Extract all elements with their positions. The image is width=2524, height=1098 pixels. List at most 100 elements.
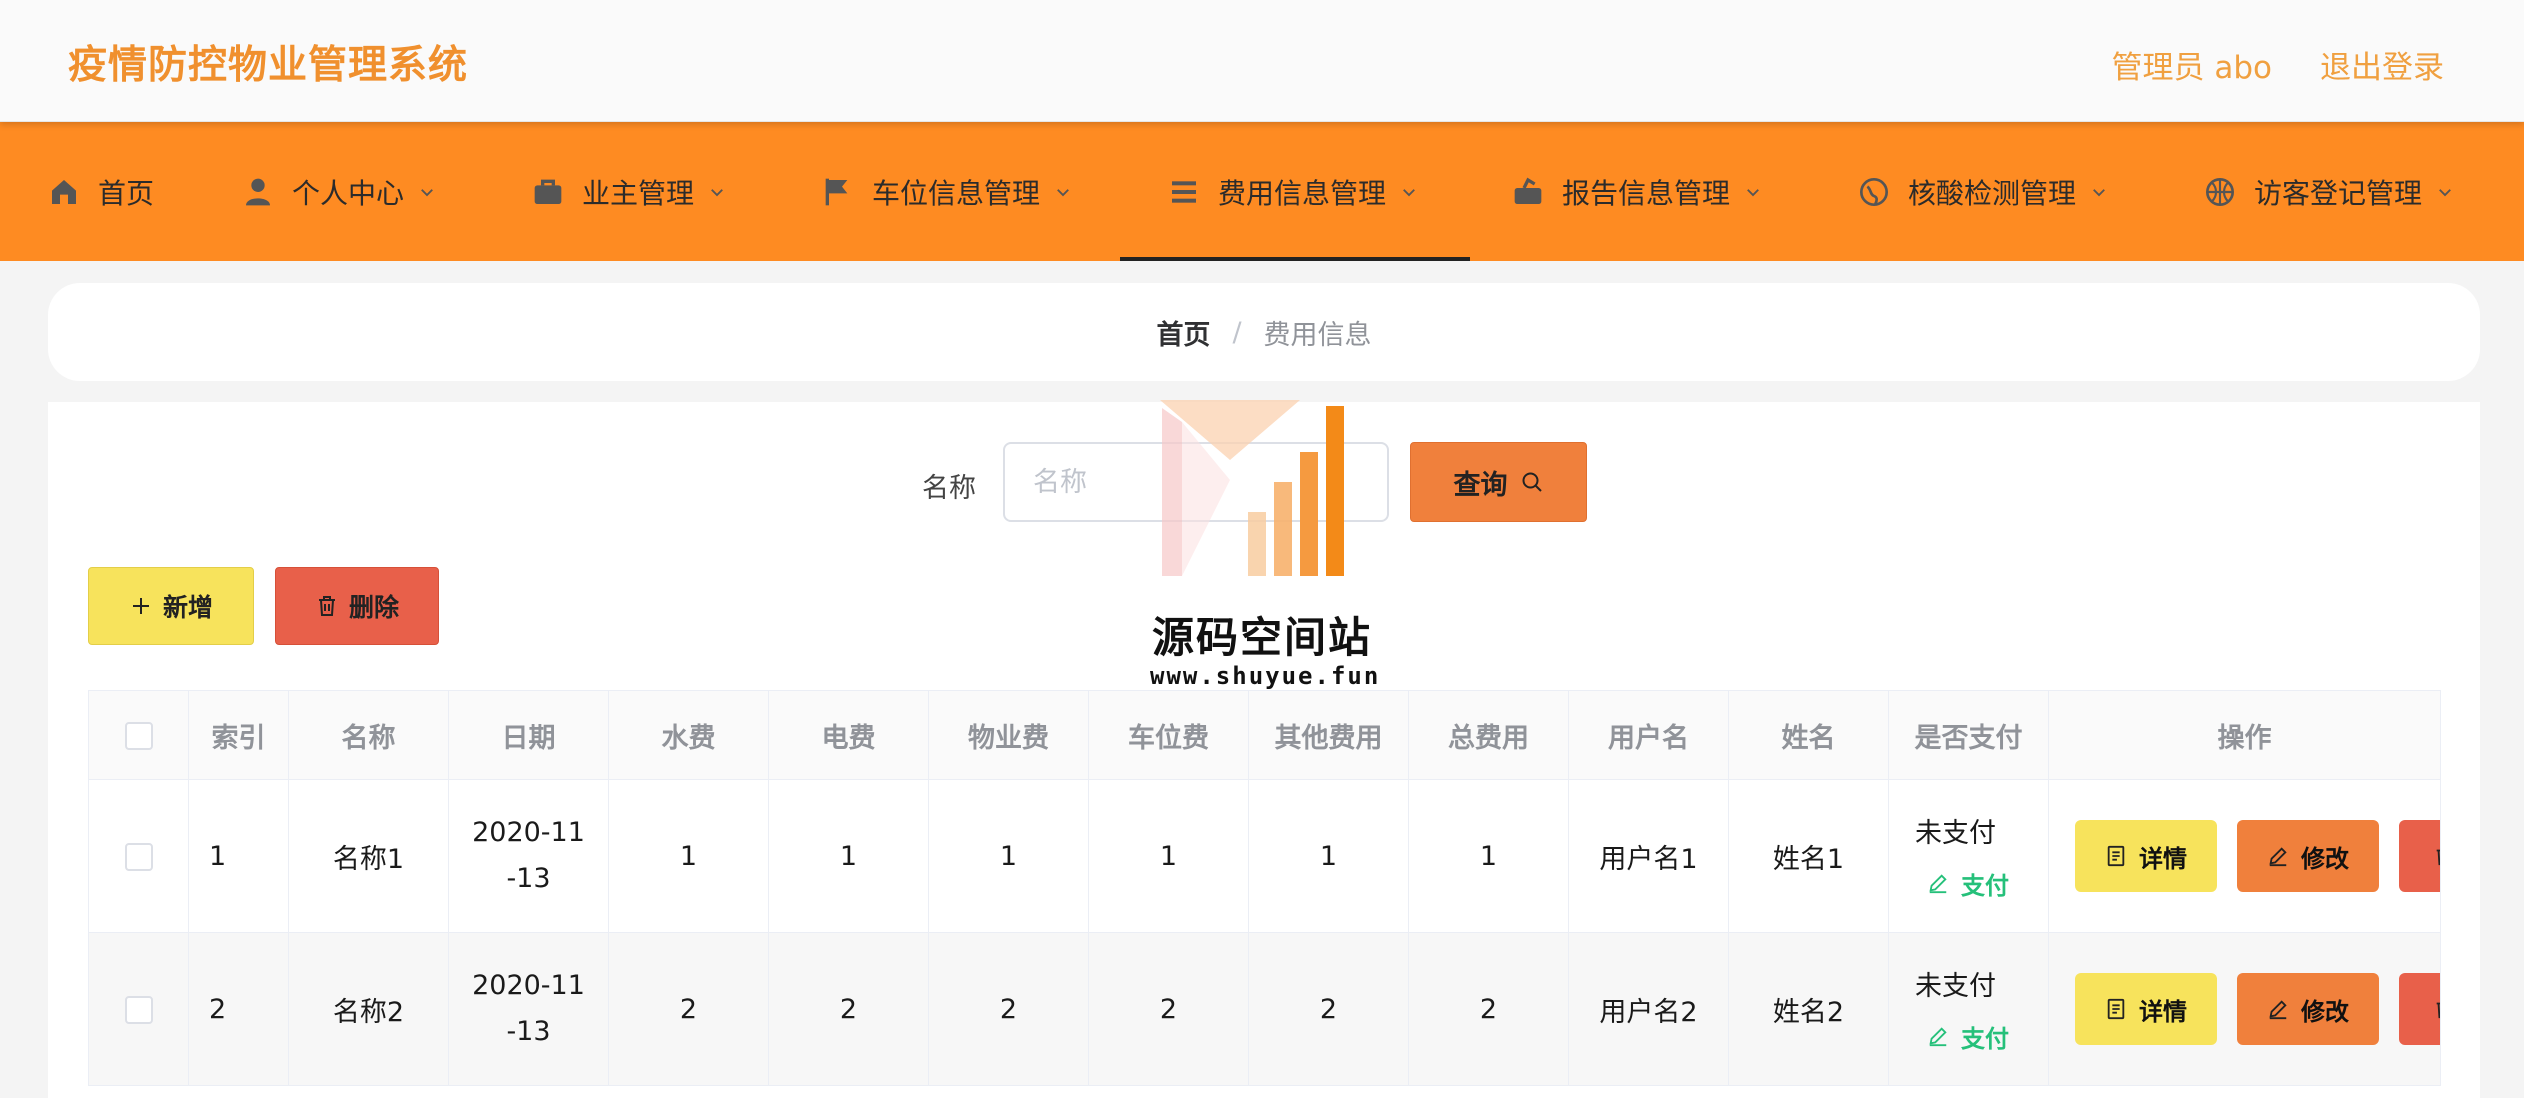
cell-actions: 详情 修改 — [2048, 932, 2441, 1086]
nav-item-label: 费用信息管理 — [1218, 176, 1387, 210]
cell-total-fee: 2 — [1408, 932, 1569, 1086]
chevron-down-icon — [711, 188, 723, 196]
cell-date: 2020-11 -13 — [448, 779, 609, 933]
row-delete-button[interactable] — [2399, 973, 2440, 1045]
column-header: 日期 — [448, 690, 609, 780]
nav-item-label: 核酸检测管理 — [1908, 176, 2077, 210]
nav-item-label: 访客登记管理 — [2254, 176, 2423, 210]
watermark-url: www.shuyue.fun — [1150, 662, 1381, 690]
breadcrumb-separator: / — [1232, 316, 1242, 348]
search-icon — [1522, 472, 1542, 492]
breadcrumb-current: 费用信息 — [1263, 319, 1372, 351]
pencil-icon — [1929, 1027, 1947, 1047]
column-header: 姓名 — [1728, 690, 1889, 780]
nav-item-label: 车位信息管理 — [872, 176, 1041, 210]
cell-electric-fee: 1 — [768, 779, 929, 933]
column-header: 其他费用 — [1248, 690, 1409, 780]
cell-property-fee: 2 — [928, 932, 1089, 1086]
pencil-icon — [2269, 1000, 2287, 1020]
bag-icon — [1514, 177, 1542, 204]
edit-button-label: 修改 — [2301, 844, 2349, 873]
detail-button-label: 详情 — [2139, 844, 2187, 873]
row-delete-button[interactable] — [2399, 820, 2440, 892]
top-header: 疫情防控物业管理系统 管理员 abo 退出登录 — [0, 0, 2524, 122]
cell-username: 用户名2 — [1568, 932, 1729, 1086]
pay-link[interactable]: 支付 — [1927, 1019, 2009, 1054]
add-button-label: 新增 — [162, 593, 213, 622]
nav-item-parking[interactable]: 车位信息管理 — [822, 122, 1072, 261]
search-input[interactable] — [1003, 442, 1389, 522]
edit-button[interactable]: 修改 — [2237, 973, 2379, 1045]
list-icon — [1172, 180, 1196, 203]
detail-button-label: 详情 — [2139, 997, 2187, 1026]
column-header: 索引 — [188, 690, 289, 780]
row-actions: 详情 修改 — [2049, 933, 2440, 1085]
plus-icon — [132, 598, 149, 614]
nav-item-label: 报告信息管理 — [1562, 176, 1731, 210]
cell-water-fee: 1 — [608, 779, 769, 933]
column-header: 物业费 — [928, 690, 1089, 780]
nav-item-nucleic-test[interactable]: 核酸检测管理 — [1858, 122, 2108, 261]
cell-paid-status: 未支付 支付 — [1888, 779, 2049, 933]
app-title: 疫情防控物业管理系统 — [68, 43, 469, 88]
cell-electric-fee: 2 — [768, 932, 929, 1086]
detail-button[interactable]: 详情 — [2075, 973, 2217, 1045]
detail-button[interactable]: 详情 — [2075, 820, 2217, 892]
nav-item-fees[interactable]: 费用信息管理 — [1119, 122, 1471, 261]
date-line: 2020-11 — [472, 970, 585, 1001]
nav-item-visitors[interactable]: 访客登记管理 — [2204, 122, 2454, 261]
breadcrumb-home[interactable]: 首页 — [1156, 313, 1210, 352]
cell-other-fee: 1 — [1248, 779, 1409, 933]
globe-icon — [1860, 177, 1888, 206]
nav-item-reports[interactable]: 报告信息管理 — [1512, 122, 1762, 261]
table-header-row: 索引 名称 日期 水费 电费 物业费 车位费 其他费用 总费用 用户名 姓名 是… — [88, 690, 2441, 780]
nav-item-owners[interactable]: 业主管理 — [532, 122, 726, 261]
chevron-down-icon — [1403, 188, 1415, 196]
nav-item-home[interactable]: 首页 — [48, 122, 154, 261]
chevron-down-icon — [2093, 188, 2105, 196]
column-header: 水费 — [608, 690, 769, 780]
paid-status-text: 未支付 — [1915, 817, 1996, 849]
cell-paid-status: 未支付 支付 — [1888, 932, 2049, 1086]
row-select-cell — [88, 779, 189, 933]
current-user-label[interactable]: 管理员 abo — [2112, 42, 2273, 87]
row-actions: 详情 修改 — [2049, 780, 2440, 932]
cell-parking-fee: 1 — [1088, 779, 1249, 933]
fees-table: 索引 名称 日期 水费 电费 物业费 车位费 其他费用 总费用 用户名 姓名 是… — [88, 690, 2441, 1086]
column-header: 是否支付 — [1888, 690, 2049, 780]
flag-icon — [825, 178, 848, 205]
chevron-down-icon — [1747, 188, 1759, 196]
column-header: 用户名 — [1568, 690, 1729, 780]
watermark-title: 源码空间站 — [1152, 613, 1373, 662]
query-button[interactable]: 查询 — [1410, 442, 1587, 522]
bulk-delete-button[interactable]: 删除 — [275, 567, 439, 645]
row-checkbox[interactable] — [124, 843, 153, 871]
row-checkbox[interactable] — [124, 996, 153, 1024]
select-all-checkbox[interactable] — [124, 722, 153, 750]
breadcrumb: 首页 / 费用信息 — [48, 283, 2480, 381]
query-button-label: 查询 — [1453, 469, 1508, 501]
document-icon — [2107, 845, 2125, 867]
basketball-icon — [2206, 177, 2234, 206]
add-button[interactable]: 新增 — [88, 567, 254, 645]
pay-link[interactable]: 支付 — [1927, 866, 2009, 901]
logout-link[interactable]: 退出登录 — [2320, 42, 2444, 87]
cell-total-fee: 1 — [1408, 779, 1569, 933]
briefcase-icon — [534, 179, 562, 204]
cell-parking-fee: 2 — [1088, 932, 1249, 1086]
cell-name: 名称2 — [288, 932, 449, 1086]
edit-button-label: 修改 — [2301, 997, 2349, 1026]
trash-icon — [318, 596, 335, 616]
column-header: 操作 — [2048, 690, 2441, 780]
nav-item-label: 业主管理 — [582, 176, 695, 210]
nav-item-profile[interactable]: 个人中心 — [242, 122, 436, 261]
date-line: -13 — [506, 863, 551, 894]
date-line: -13 — [506, 1016, 551, 1047]
cell-actions: 详情 修改 — [2048, 779, 2441, 933]
chevron-down-icon — [2439, 188, 2451, 196]
date-line: 2020-11 — [472, 817, 585, 848]
pay-link-label: 支付 — [1961, 871, 2009, 900]
edit-button[interactable]: 修改 — [2237, 820, 2379, 892]
cell-name: 名称1 — [288, 779, 449, 933]
trash-icon — [2436, 1002, 2440, 1019]
